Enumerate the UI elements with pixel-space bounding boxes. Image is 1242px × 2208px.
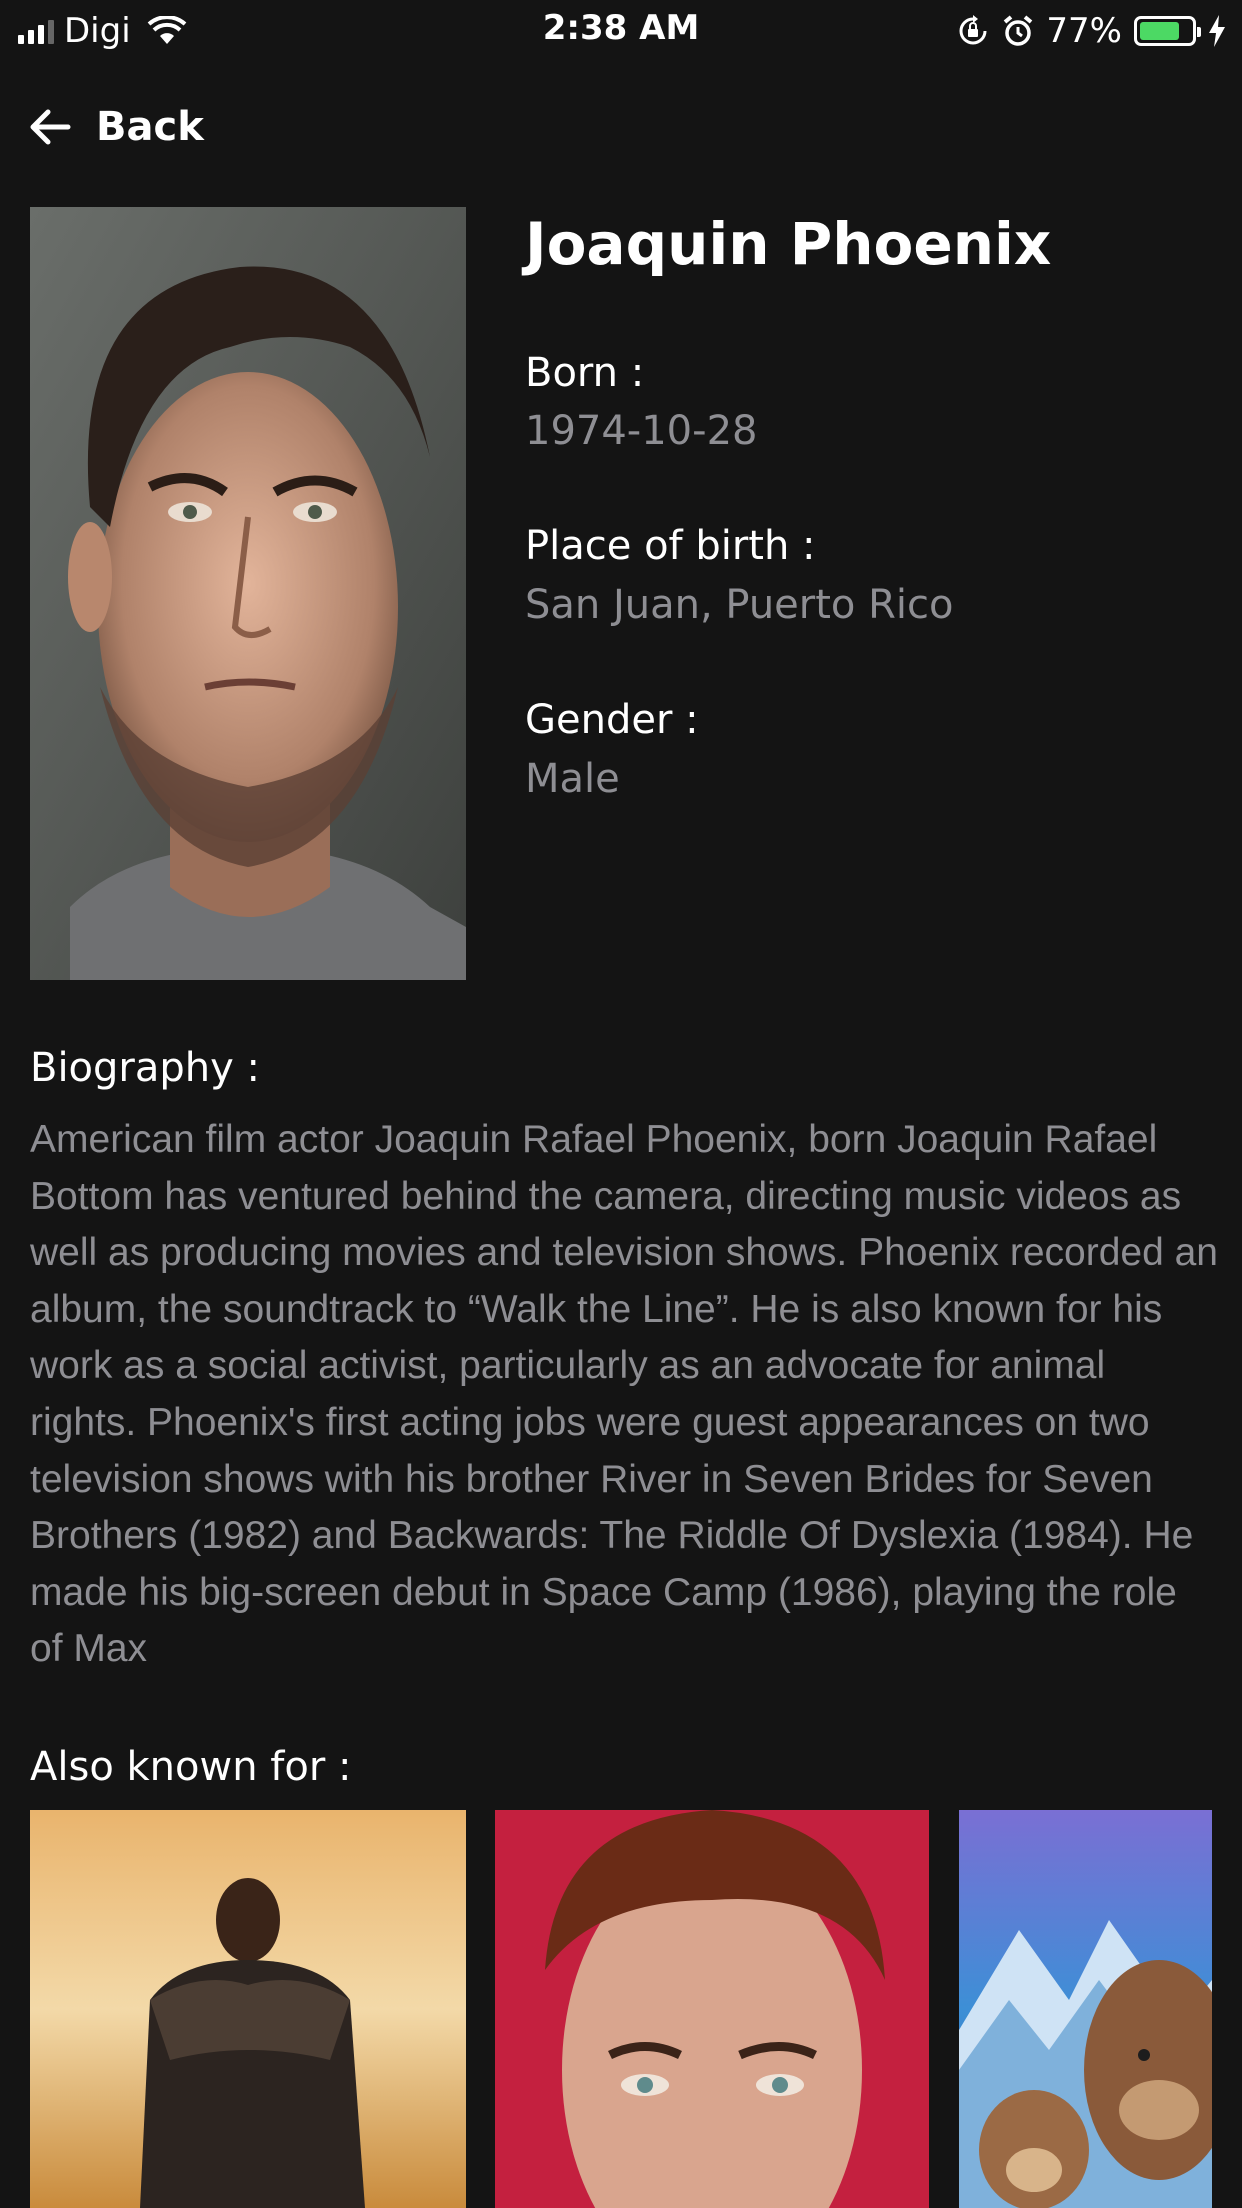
- status-bar: Digi 2:38 AM 77%: [0, 0, 1242, 62]
- back-label: Back: [96, 104, 204, 150]
- battery-percent: 77%: [1046, 11, 1122, 51]
- biography-title: Biography :: [30, 1045, 260, 1091]
- status-right: 77%: [956, 10, 1226, 52]
- biography-text: American film actor Joaquin Rafael Phoen…: [30, 1118, 1218, 1671]
- orientation-lock-icon: [959, 15, 987, 45]
- place-of-birth-value: San Juan, Puerto Rico: [525, 582, 954, 628]
- profile-photo: [30, 207, 466, 980]
- charging-bolt-icon: [1209, 15, 1225, 47]
- born-label: Born :: [525, 350, 645, 396]
- back-button[interactable]: Back: [26, 96, 204, 158]
- battery-icon: [1134, 16, 1201, 46]
- arrow-left-icon: [30, 109, 71, 145]
- alarm-icon: [1004, 15, 1033, 46]
- born-value: 1974-10-28: [525, 408, 758, 454]
- person-name: Joaquin Phoenix: [525, 210, 1052, 278]
- place-of-birth-label: Place of birth :: [525, 523, 816, 569]
- known-for-title: Also known for :: [30, 1744, 352, 1790]
- known-for-poster[interactable]: [30, 1810, 466, 2208]
- known-for-poster[interactable]: [959, 1810, 1212, 2208]
- known-for-poster[interactable]: [495, 1810, 929, 2208]
- gender-value: Male: [525, 756, 620, 802]
- gender-label: Gender :: [525, 697, 699, 743]
- battery-fill: [1140, 22, 1179, 40]
